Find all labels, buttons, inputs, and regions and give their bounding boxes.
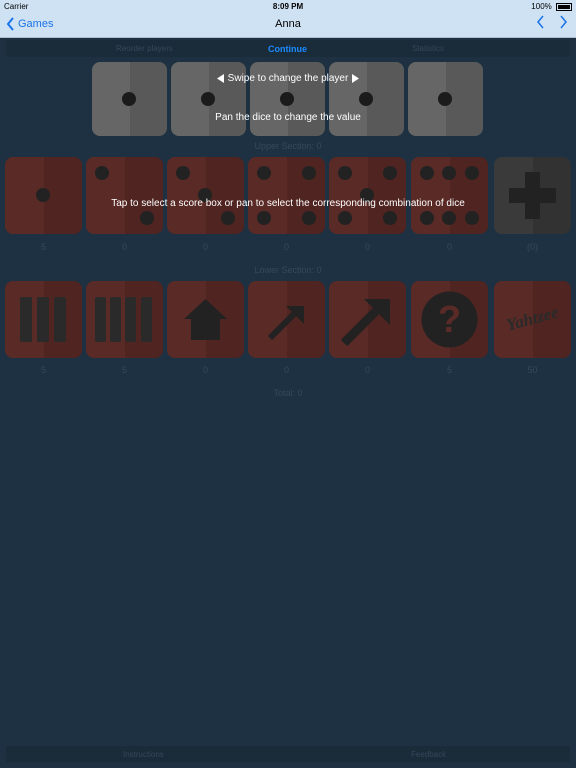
score-box-yahtzee[interactable]: Yahtzee: [494, 281, 571, 358]
upper-score-bonus: (0): [527, 242, 538, 252]
lower-score-three-of-a-kind: 5: [40, 365, 46, 375]
bar-icon: [37, 297, 49, 342]
pan-hint: Pan the dice to change the value: [215, 112, 361, 123]
total-score: Total: 0: [273, 388, 303, 398]
arrow-up-right-large-icon: [340, 299, 390, 347]
score-box-chance[interactable]: ?: [411, 281, 488, 358]
bar-icon: [20, 297, 32, 342]
battery-icon: [556, 2, 572, 11]
bar-icon: [141, 297, 152, 342]
next-player-button[interactable]: [559, 15, 568, 34]
plus-icon: [509, 172, 556, 219]
upper-score-fives: 0: [364, 242, 370, 252]
statistics-button[interactable]: Statistics: [412, 44, 444, 53]
score-box-four-of-a-kind[interactable]: [86, 281, 163, 358]
upper-score-sixes: 0: [446, 242, 452, 252]
bottom-bar: Instructions Feedback: [6, 746, 570, 762]
score-box-three-of-a-kind[interactable]: [5, 281, 82, 358]
upper-score-twos: 0: [121, 242, 127, 252]
triangle-left-icon: [216, 73, 224, 83]
status-bar: Carrier 8:09 PM 100%: [0, 0, 576, 12]
question-mark-icon: ?: [421, 291, 478, 348]
page-title: Anna: [275, 18, 301, 30]
score-box-ones[interactable]: [5, 157, 82, 234]
arrow-up-right-icon: [267, 306, 304, 341]
bonus-box: [494, 157, 571, 234]
score-box-twos[interactable]: [86, 157, 163, 234]
bar-icon: [54, 297, 66, 342]
score-box-fives[interactable]: [329, 157, 406, 234]
chevron-left-icon: [537, 15, 544, 29]
lower-score-full-house: 0: [202, 365, 208, 375]
upper-score-ones: 5: [40, 242, 46, 252]
lower-section-title: Lower Section: 0: [254, 265, 322, 275]
swipe-hint: Swipe to change the player: [0, 73, 576, 84]
bar-icon: [110, 297, 121, 342]
lower-score-four-of-a-kind: 5: [121, 365, 127, 375]
score-box-large-straight[interactable]: [329, 281, 406, 358]
triangle-right-icon: [352, 73, 360, 83]
svg-text:?: ?: [438, 299, 461, 341]
house-icon: [184, 299, 227, 340]
score-box-small-straight[interactable]: [248, 281, 325, 358]
score-box-sixes[interactable]: [411, 157, 488, 234]
clock: 8:09 PM: [272, 2, 304, 11]
upper-section-title: Upper Section: 0: [254, 141, 322, 151]
feedback-button[interactable]: Feedback: [411, 750, 446, 759]
reorder-players-button[interactable]: Reorder players: [116, 44, 173, 53]
chevron-right-icon: [560, 15, 567, 29]
score-box-full-house[interactable]: [167, 281, 244, 358]
score-box-threes[interactable]: [167, 157, 244, 234]
lower-score-yahtzee: 50: [527, 365, 538, 375]
instructions-button[interactable]: Instructions: [123, 750, 164, 759]
tap-hint: Tap to select a score box or pan to sele…: [111, 198, 465, 209]
lower-score-small-straight: 0: [283, 365, 289, 375]
action-bar: Reorder players Continue Statistics: [6, 40, 570, 57]
battery-indicator: 100%: [531, 2, 572, 11]
lower-score-large-straight: 0: [364, 365, 370, 375]
bar-icon: [95, 297, 106, 342]
navigation-bar: Games Anna: [0, 12, 576, 38]
swipe-hint-text: Swipe to change the player: [227, 73, 349, 84]
continue-button[interactable]: Continue: [268, 44, 307, 54]
upper-score-fours: 0: [283, 242, 289, 252]
lower-score-chance: 5: [446, 365, 452, 375]
battery-percent: 100%: [531, 2, 552, 11]
upper-score-threes: 0: [202, 242, 208, 252]
score-box-fours[interactable]: [248, 157, 325, 234]
bar-icon: [125, 297, 136, 342]
previous-player-button[interactable]: [536, 15, 545, 34]
